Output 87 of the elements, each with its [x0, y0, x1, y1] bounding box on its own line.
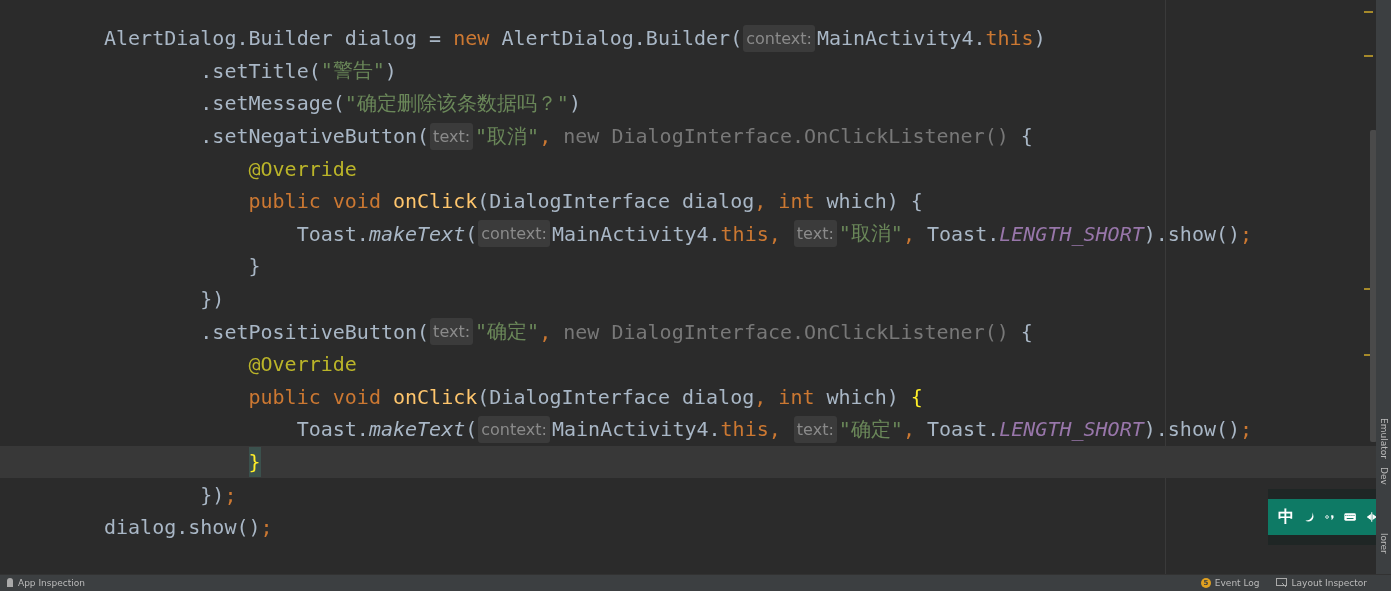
code-token: which) { [826, 189, 923, 214]
matched-brace: { [910, 384, 923, 409]
code-editor[interactable] [0, 0, 1376, 574]
code-token: , [754, 189, 768, 214]
code-token: "警告" [320, 57, 385, 85]
code-token: which) [826, 384, 900, 409]
code-token: new [453, 26, 490, 51]
inlay-hint: text: [793, 220, 837, 248]
code-token: this [985, 26, 1034, 51]
code-token: AlertDialog.Builder( [501, 26, 743, 51]
code-token: ) [1033, 26, 1046, 51]
inlay-hint: text: [430, 318, 474, 346]
code-token: onClick [393, 384, 478, 409]
code-token: "取消" [475, 122, 540, 150]
inlay-hint: text: [430, 122, 474, 150]
code-token: , [902, 221, 916, 246]
code-token: public void [248, 189, 382, 214]
code-token: }) [200, 482, 225, 507]
code-token: , [539, 319, 553, 344]
code-token: LENGTH_SHORT [999, 417, 1144, 442]
code-token: @Override [248, 352, 357, 377]
tool-window-tab[interactable]: lorer [1378, 532, 1389, 554]
code-token: Toast. [927, 221, 1000, 246]
code-token: ( [465, 417, 478, 442]
status-button[interactable]: Layout Inspector [1291, 578, 1367, 588]
android-icon[interactable] [6, 578, 14, 588]
code-token: ; [1240, 221, 1253, 246]
matched-brace: } [248, 447, 261, 477]
inlay-hint: text: [793, 415, 837, 443]
status-button[interactable]: Event Log [1214, 578, 1260, 588]
code-token: , [768, 221, 782, 246]
code-token: this [720, 221, 769, 246]
code-token: .setMessage( [200, 91, 345, 116]
inlay-hint: context: [743, 24, 815, 52]
code-token: new DialogInterface.OnClickListener() [563, 124, 1009, 149]
code-token: new DialogInterface.OnClickListener() [563, 319, 1009, 344]
code-token: MainActivity4. [816, 26, 986, 51]
code-token: "确定" [838, 415, 903, 443]
keyboard-icon[interactable] [1344, 511, 1357, 523]
code-token: Toast. [296, 221, 369, 246]
warning-marker [1364, 11, 1373, 13]
code-token: ) [568, 91, 581, 116]
code-token: makeText [368, 417, 466, 442]
code-token: AlertDialog.Builder dialog = [104, 26, 443, 51]
warning-marker [1364, 55, 1373, 57]
code-token: } [248, 254, 261, 279]
code-token: "确定" [475, 318, 540, 346]
code-token: (DialogInterface dialog [477, 384, 755, 409]
code-token: { [1020, 124, 1033, 149]
code-token: .setPositiveButton( [200, 319, 430, 344]
code-token: dialog.show() [104, 515, 261, 540]
code-token: makeText [368, 221, 466, 246]
code-token: MainActivity4. [552, 417, 721, 442]
split-arrows-icon[interactable] [1366, 509, 1376, 525]
code-token: .setTitle( [200, 58, 321, 83]
inlay-hint: context: [478, 415, 550, 443]
code-token: Toast. [927, 417, 1000, 442]
code-token: , [768, 417, 782, 442]
ime-mode-toggle[interactable]: 中 [1278, 506, 1294, 528]
code-token: "取消" [838, 220, 903, 248]
code-token: int [778, 384, 816, 409]
code-token: ; [224, 482, 237, 507]
code-token: onClick [393, 189, 478, 214]
code-token: Toast. [296, 417, 369, 442]
code-token: "确定删除该条数据吗？" [344, 90, 569, 117]
code-token: , [539, 124, 553, 149]
code-token: ) [384, 58, 397, 83]
inlay-hint: context: [478, 220, 550, 248]
status-button[interactable]: App Inspection [18, 578, 85, 588]
code-token: @Override [248, 156, 357, 181]
code-token: MainActivity4. [552, 221, 721, 246]
tool-window-tab[interactable]: Emulator [1378, 418, 1389, 459]
code-token: int [778, 189, 816, 214]
code-token: , [754, 384, 768, 409]
code-token: this [720, 417, 769, 442]
code-token: { [1020, 319, 1033, 344]
code-token: (DialogInterface dialog [477, 189, 755, 214]
monitor-icon[interactable] [1275, 578, 1288, 588]
code-token: ; [260, 515, 273, 540]
code-token: , [902, 417, 916, 442]
tool-window-tab[interactable]: Dev [1378, 466, 1389, 485]
code-token: LENGTH_SHORT [999, 221, 1144, 246]
code-token: public void [248, 384, 382, 409]
code-token: }) [200, 287, 225, 312]
code-token: .setNegativeButton( [200, 124, 430, 149]
code-token: ( [465, 221, 478, 246]
code-token: ; [1240, 417, 1253, 442]
